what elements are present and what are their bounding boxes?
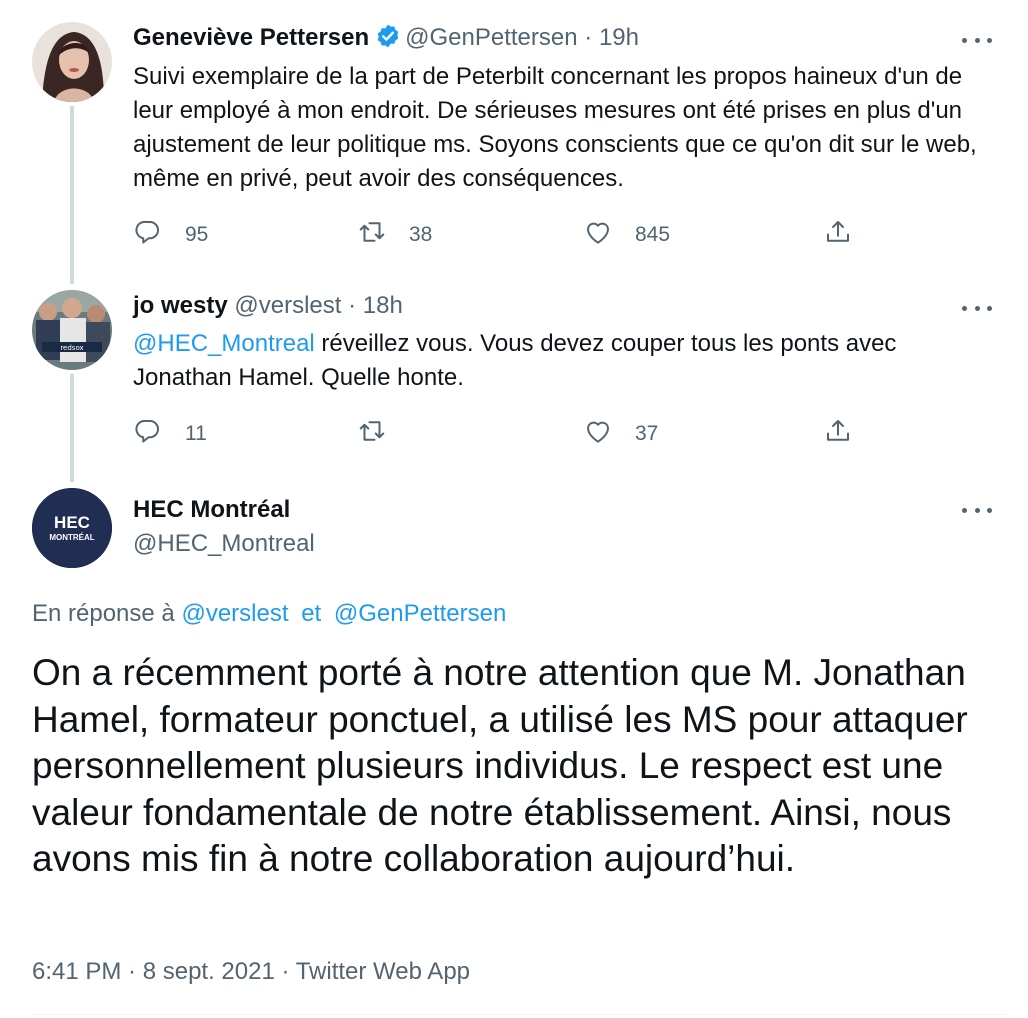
tweet-header: jo westy @verslest · 18h: [133, 290, 403, 322]
main-tweet-text: On a récemment porté à notre attention q…: [32, 652, 968, 879]
author-name[interactable]: HEC Montréal: [133, 494, 290, 526]
more-icon[interactable]: [962, 296, 992, 320]
tweet-text: @HEC_Montreal réveillez vous. Vous devez…: [133, 327, 993, 395]
more-icon[interactable]: [962, 28, 992, 52]
share-button[interactable]: [823, 417, 853, 451]
tweet-actions: 11 37: [133, 417, 873, 451]
reply-icon: [133, 217, 163, 253]
retweet-button[interactable]: 38: [357, 218, 432, 252]
svg-text:redsox: redsox: [60, 344, 83, 352]
tweet-genevieve[interactable]: Geneviève Pettersen @GenPettersen · 19h S…: [0, 0, 1028, 270]
heart-icon: [583, 217, 613, 253]
avatar[interactable]: [32, 22, 112, 102]
reply-mention-verslest[interactable]: @verslest: [181, 600, 288, 627]
like-button[interactable]: 37: [583, 417, 658, 451]
share-icon: [823, 416, 853, 452]
hec-logo-top: HEC: [54, 513, 90, 532]
reply-button[interactable]: 11: [133, 417, 207, 451]
tweet-header: Geneviève Pettersen @GenPettersen · 19h: [133, 22, 639, 58]
tweet-thread-page: Geneviève Pettersen @GenPettersen · 19h S…: [0, 0, 1028, 1018]
author-name[interactable]: jo westy: [133, 292, 228, 319]
retweet-button[interactable]: [357, 417, 409, 451]
reply-prefix: En réponse à: [32, 600, 175, 627]
author-handle[interactable]: @HEC_Montreal: [133, 528, 315, 560]
tweet-time[interactable]: 19h: [599, 24, 639, 51]
heart-icon: [583, 416, 613, 452]
reply-context: En réponse à @verslest et @GenPettersen: [32, 597, 506, 631]
tweet-time[interactable]: 18h: [363, 292, 403, 319]
reply-mention-genpettersen[interactable]: @GenPettersen: [334, 600, 506, 627]
separator: ·: [584, 24, 593, 51]
reply-count: 95: [185, 223, 209, 246]
verified-badge-icon: [375, 23, 401, 58]
retweet-icon: [357, 217, 387, 253]
like-button[interactable]: 845: [583, 218, 670, 252]
retweet-icon: [357, 416, 387, 452]
reply-button[interactable]: 95: [133, 218, 208, 252]
divider: [32, 1014, 1006, 1015]
like-count: 845: [635, 223, 671, 246]
avatar[interactable]: redsox: [32, 290, 112, 370]
more-icon[interactable]: [962, 498, 992, 522]
reply-count: 11: [185, 422, 207, 445]
tweet-timestamp[interactable]: 6:41 PM · 8 sept. 2021 · Twitter Web App: [32, 955, 470, 989]
tweet-actions: 95 38 845: [133, 218, 873, 252]
share-button[interactable]: [823, 218, 853, 252]
author-name[interactable]: Geneviève Pettersen: [133, 24, 369, 51]
reply-icon: [133, 416, 163, 452]
author-handle[interactable]: @GenPettersen: [405, 24, 577, 51]
avatar-hec-logo[interactable]: HEC MONTRÉAL: [32, 488, 112, 568]
hec-logo-bottom: MONTRÉAL: [49, 533, 94, 542]
tweet-jo-westy[interactable]: redsox jo westy @verslest · 18h @HEC_Mon…: [0, 280, 1028, 470]
reply-joiner: et: [301, 600, 322, 627]
like-count: 37: [635, 422, 659, 445]
author-handle[interactable]: @verslest: [234, 292, 341, 319]
mention-link[interactable]: @HEC_Montreal: [133, 330, 315, 357]
retweet-count: 38: [409, 223, 433, 246]
share-icon: [823, 217, 853, 253]
tweet-text: Suivi exemplaire de la part de Peterbilt…: [133, 63, 977, 192]
separator: ·: [348, 292, 357, 319]
hec-logo: HEC MONTRÉAL: [32, 488, 112, 568]
